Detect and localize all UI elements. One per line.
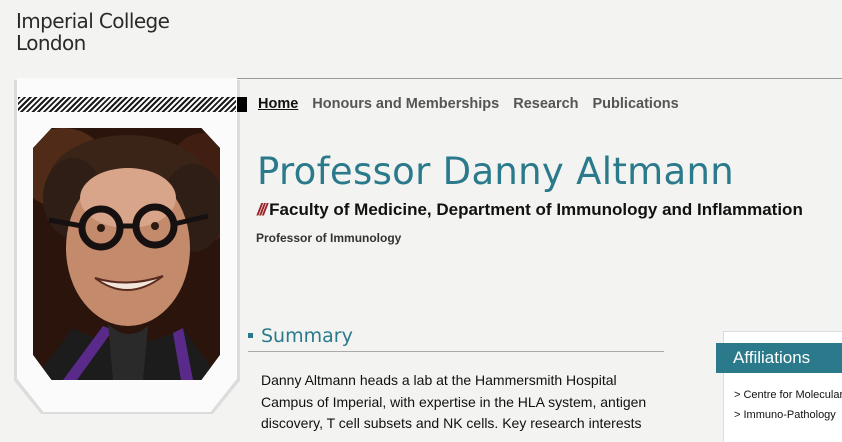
nav-honours[interactable]: Honours and Memberships	[312, 96, 499, 112]
portrait-illustration	[33, 128, 220, 380]
affiliation-item[interactable]: > Centre for Molecular Inflammation	[734, 389, 842, 401]
department-line: /// Faculty of Medicine, Department of I…	[257, 200, 803, 220]
hatch-decoration	[18, 97, 236, 112]
nav-home[interactable]: Home	[258, 96, 298, 112]
affiliations-heading: Affiliations	[716, 343, 842, 373]
summary-heading: Summary	[248, 325, 664, 352]
department-text[interactable]: Faculty of Medicine, Department of Immun…	[269, 200, 803, 220]
main-nav: Home Honours and Memberships Research Pu…	[258, 96, 679, 112]
profile-photo	[33, 128, 220, 380]
profile-name: Professor Danny Altmann	[257, 150, 734, 193]
imperial-logo[interactable]: Imperial College London	[16, 9, 170, 55]
nav-research[interactable]: Research	[513, 96, 578, 112]
hatch-end-block	[237, 97, 247, 112]
affiliations-list: > Centre for Molecular Inflammation > Im…	[734, 389, 842, 429]
bullet-icon	[248, 332, 253, 338]
affiliation-item[interactable]: > Immuno-Pathology	[734, 409, 842, 421]
summary-text: Danny Altmann heads a lab at the Hammers…	[261, 372, 647, 431]
header-divider	[236, 78, 842, 79]
job-title: Professor of Immunology	[256, 231, 402, 245]
logo-line-1: Imperial College	[16, 9, 170, 33]
slash-decoration: ///	[257, 200, 267, 219]
summary-heading-text: Summary	[261, 325, 353, 347]
nav-publications[interactable]: Publications	[593, 96, 679, 112]
logo-line-2: London	[16, 31, 86, 55]
